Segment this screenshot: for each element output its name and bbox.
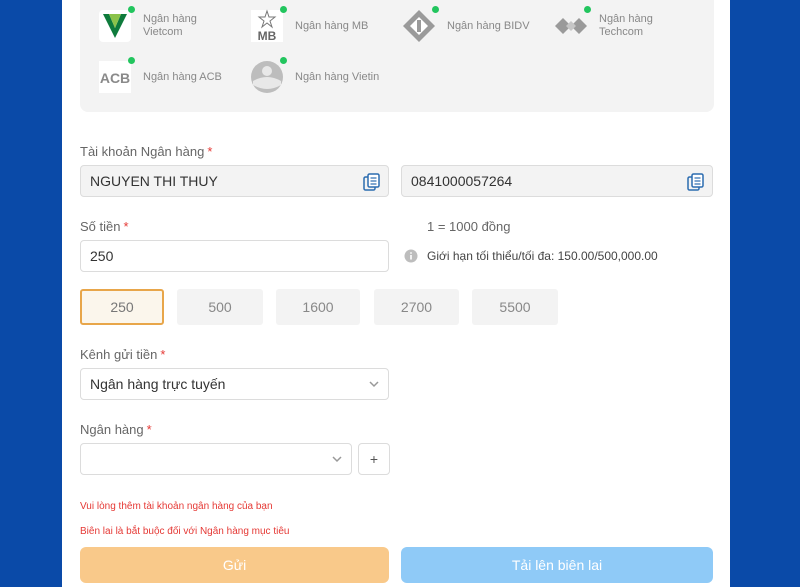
online-dot [128, 6, 135, 13]
bank-option-bidv[interactable]: Ngân hàng BIDV [401, 6, 530, 44]
amount-preset-2700[interactable]: 2700 [374, 289, 459, 325]
bank-option-vietin[interactable]: Ngân hàng Vietin [249, 57, 380, 95]
bank-name: Ngân hàng ACB [143, 70, 222, 83]
account-label: Tài khoản Ngân hàng * [80, 144, 212, 159]
channel-value: Ngân hàng trực tuyến [90, 376, 226, 392]
bank-option-techcom[interactable]: Ngân hàng Techcom [553, 6, 653, 44]
bank-select[interactable] [80, 443, 352, 475]
account-label-text: Tài khoản Ngân hàng [80, 144, 205, 159]
required-mark: * [123, 219, 129, 234]
account-number-field[interactable]: 0841000057264 [401, 165, 713, 197]
chevron-down-icon [332, 456, 342, 463]
error-receipt-required: Biên lai là bắt buộc đối với Ngân hàng m… [80, 526, 290, 537]
account-name-value: NGUYEN THI THUY [90, 173, 218, 189]
techcombank-logo-icon [553, 6, 591, 44]
bank-name: Ngân hàng Vietin [295, 70, 380, 83]
chevron-down-icon [369, 381, 379, 388]
amount-preset-1600[interactable]: 1600 [276, 289, 360, 325]
bank-select-label-text: Ngân hàng [80, 422, 144, 437]
bank-name: Ngân hàng BIDV [447, 19, 530, 32]
vietcombank-logo-icon [97, 6, 135, 44]
copy-icon[interactable] [362, 172, 382, 192]
add-bank-button[interactable]: + [358, 443, 390, 475]
account-name-field[interactable]: NGUYEN THI THUY [80, 165, 389, 197]
error-add-account: Vui lòng thêm tài khoản ngân hàng của bạ… [80, 501, 273, 512]
required-mark: * [146, 422, 152, 437]
bank-name: Ngân hàng Techcom [599, 13, 653, 38]
bank-name: Ngân hàng MB [295, 19, 369, 32]
mb-logo-icon: MB [249, 6, 287, 44]
mb-logo-text: MB [258, 29, 277, 43]
channel-select[interactable]: Ngân hàng trực tuyến [80, 368, 389, 400]
required-mark: * [207, 144, 213, 159]
amount-label-text: Số tiền [80, 219, 121, 234]
exchange-rate: 1 = 1000 đồng [427, 219, 511, 234]
bidv-logo-icon [401, 6, 439, 44]
submit-button[interactable]: Gửi [80, 547, 389, 583]
upload-receipt-button[interactable]: Tải lên biên lai [401, 547, 713, 583]
vietinbank-logo-icon [249, 57, 287, 95]
bank-select-label: Ngân hàng * [80, 422, 152, 437]
bank-option-mb[interactable]: MB Ngân hàng MB [249, 6, 369, 44]
online-dot [432, 6, 439, 13]
amount-input[interactable]: 250 [80, 240, 389, 272]
required-mark: * [160, 347, 166, 362]
amount-limit: Giới hạn tối thiểu/tối đa: 150.00/500,00… [427, 249, 658, 263]
online-dot [128, 57, 135, 64]
online-dot [280, 57, 287, 64]
account-number-value: 0841000057264 [411, 173, 513, 189]
bank-name: Ngân hàng Vietcom [143, 13, 197, 38]
channel-label: Kênh gửi tiền * [80, 347, 165, 362]
amount-preset-5500[interactable]: 5500 [472, 289, 558, 325]
online-dot [280, 6, 287, 13]
copy-icon[interactable] [686, 172, 706, 192]
amount-preset-500[interactable]: 500 [177, 289, 263, 325]
bank-option-acb[interactable]: ACB Ngân hàng ACB [97, 57, 222, 95]
acb-logo-text: ACB [100, 70, 130, 86]
bank-option-vietcom[interactable]: Ngân hàng Vietcom [97, 6, 197, 44]
amount-value: 250 [90, 248, 114, 264]
acb-logo-icon: ACB [97, 57, 135, 95]
channel-label-text: Kênh gửi tiền [80, 347, 158, 362]
online-dot [584, 6, 591, 13]
info-icon [404, 249, 418, 263]
amount-preset-250[interactable]: 250 [80, 289, 164, 325]
amount-label: Số tiền * [80, 219, 129, 234]
